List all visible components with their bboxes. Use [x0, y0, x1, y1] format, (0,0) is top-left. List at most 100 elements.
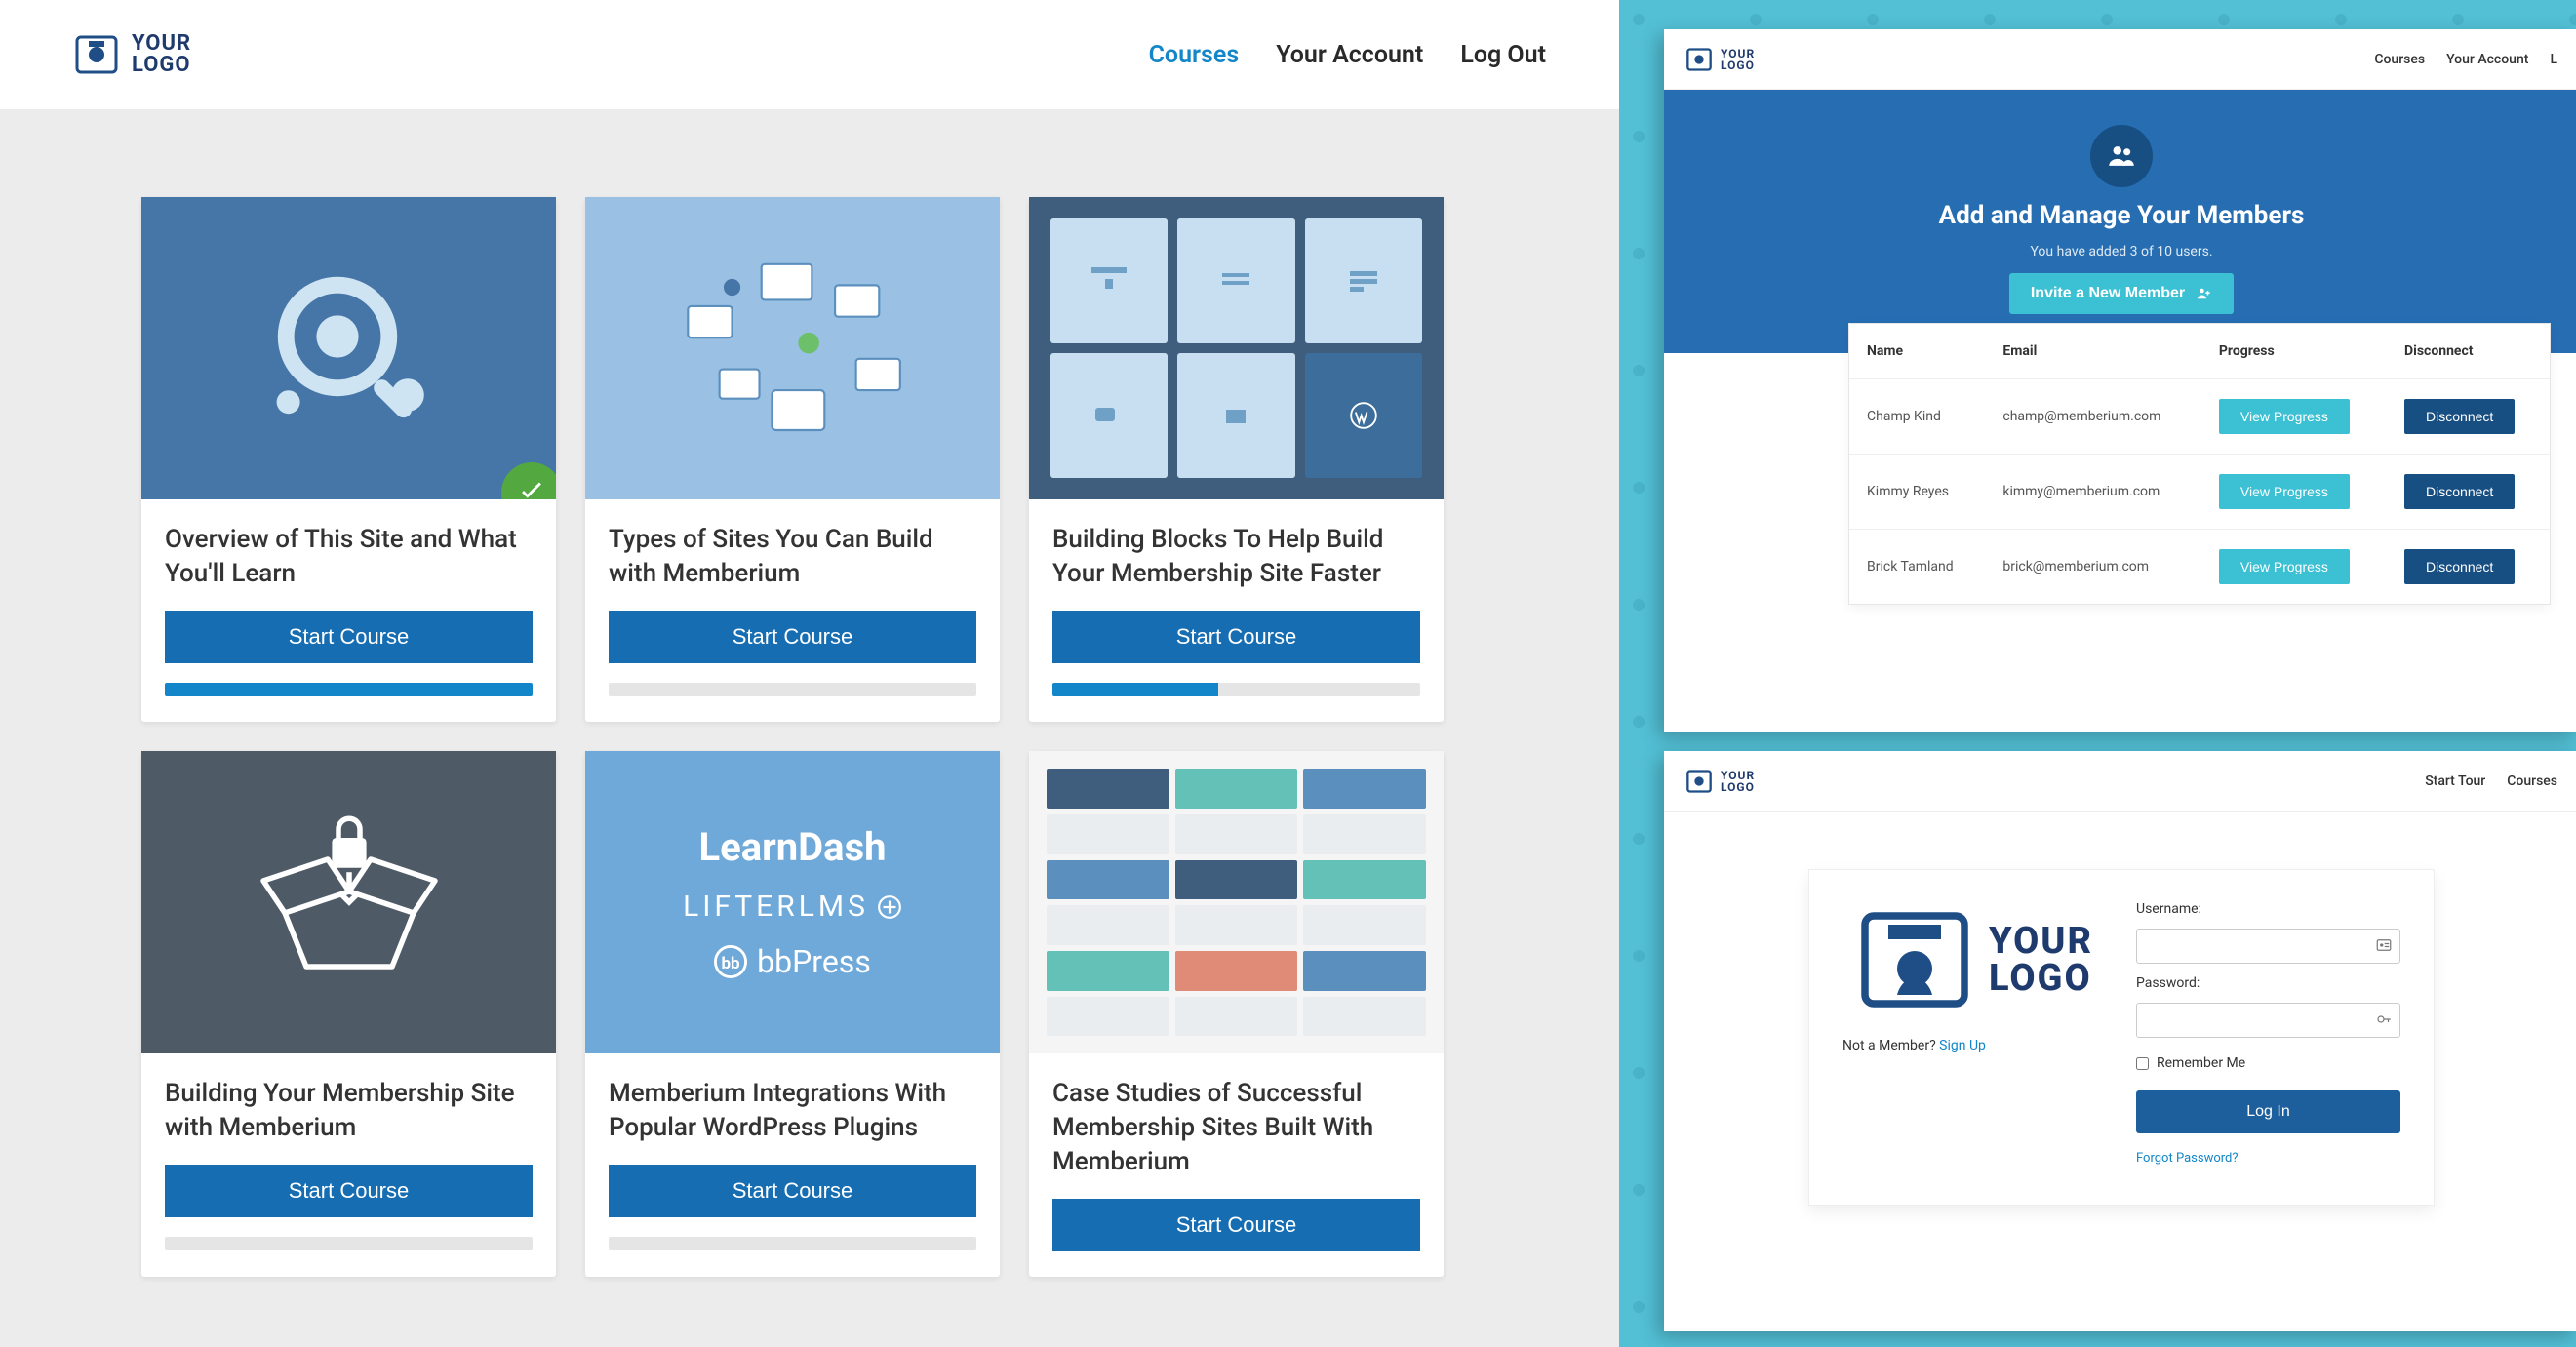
nav-courses[interactable]: Courses: [1149, 41, 1240, 69]
start-course-button[interactable]: Start Course: [165, 611, 533, 663]
course-card[interactable]: LearnDash LIFTERLMS bb bbPress Memberium…: [585, 751, 1000, 1277]
main-nav: Courses Your Account L: [2374, 52, 2557, 67]
list-mini-icon: [1218, 267, 1253, 295]
cell-email: champ@memberium.com: [1985, 379, 2201, 455]
login-area: YOUR LOGO Not a Member? Sign Up Username…: [1664, 812, 2576, 1331]
course-card[interactable]: Overview of This Site and What You'll Le…: [141, 197, 556, 722]
header-bar: YOUR LOGO Courses Your Account Log Out: [0, 0, 1619, 109]
site-logo[interactable]: YOUR LOGO: [73, 31, 191, 78]
svg-text:bb: bb: [722, 954, 740, 973]
mini-header: YOURLOGO Courses Your Account L: [1664, 29, 2576, 90]
hero-subtitle: You have added 3 of 10 users.: [2030, 244, 2212, 259]
nav-logout-partial[interactable]: L: [2550, 52, 2557, 67]
members-screen: YOURLOGO Courses Your Account L Add and …: [1664, 29, 2576, 732]
cell-name: Kimmy Reyes: [1849, 455, 1985, 530]
view-progress-button[interactable]: View Progress: [2219, 549, 2350, 584]
th-email: Email: [1985, 324, 2201, 379]
username-label: Username:: [2136, 901, 2400, 917]
preview-column: YOURLOGO Courses Your Account L Add and …: [1619, 0, 2576, 1347]
progress-bar: [165, 683, 533, 696]
nav-start-tour[interactable]: Start Tour: [2425, 773, 2485, 789]
nav-account[interactable]: Your Account: [2446, 52, 2528, 67]
disconnect-button[interactable]: Disconnect: [2404, 549, 2515, 584]
course-title: Building Blocks To Help Build Your Membe…: [1052, 523, 1420, 591]
remember-checkbox[interactable]: [2136, 1057, 2149, 1070]
view-progress-button[interactable]: View Progress: [2219, 474, 2350, 509]
signup-link[interactable]: Sign Up: [1939, 1038, 1986, 1053]
courses-screen: YOUR LOGO Courses Your Account Log Out: [0, 0, 1619, 1347]
chat-mini-icon: [1091, 402, 1127, 429]
cell-name: Champ Kind: [1849, 379, 1985, 455]
username-field[interactable]: [2136, 929, 2400, 964]
password-field[interactable]: [2136, 1003, 2400, 1038]
courses-body: Overview of This Site and What You'll Le…: [0, 109, 1619, 1347]
course-card[interactable]: Building Blocks To Help Build Your Membe…: [1029, 197, 1444, 722]
login-button[interactable]: Log In: [2136, 1090, 2400, 1133]
start-course-button[interactable]: Start Course: [1052, 1199, 1420, 1251]
progress-bar: [609, 1237, 976, 1250]
cell-name: Brick Tamland: [1849, 530, 1985, 605]
logo-text: YOUR LOGO: [132, 33, 191, 76]
course-thumbnail: LearnDash LIFTERLMS bb bbPress: [585, 751, 1000, 1053]
course-thumbnail: [1029, 197, 1444, 499]
table-row: Kimmy Reyes kimmy@memberium.com View Pro…: [1849, 455, 2550, 530]
th-name: Name: [1849, 324, 1985, 379]
course-title: Building Your Membership Site with Membe…: [165, 1077, 533, 1145]
nav-account[interactable]: Your Account: [1276, 41, 1423, 69]
members-table: Name Email Progress Disconnect Champ Kin…: [1849, 324, 2550, 604]
start-course-button[interactable]: Start Course: [609, 611, 976, 663]
site-logo[interactable]: YOURLOGO: [1685, 46, 1755, 73]
rocket-icon: [877, 894, 902, 920]
nav-logout[interactable]: Log Out: [1460, 41, 1546, 69]
course-card[interactable]: Types of Sites You Can Build with Member…: [585, 197, 1000, 722]
start-course-button[interactable]: Start Course: [1052, 611, 1420, 663]
start-course-button[interactable]: Start Course: [609, 1165, 976, 1217]
course-thumbnail: [585, 197, 1000, 499]
user-plus-icon: [2195, 285, 2212, 302]
forgot-password-link[interactable]: Forgot Password?: [2136, 1151, 2400, 1166]
remember-me-checkbox[interactable]: Remember Me: [2136, 1055, 2400, 1071]
key-input-icon: [2375, 1010, 2393, 1028]
lifterlms-label: LIFTERLMS: [683, 890, 902, 924]
complete-badge-icon: [501, 462, 556, 499]
logo-text: YOURLOGO: [1721, 770, 1755, 793]
logo-icon: [1685, 768, 1713, 795]
mini-header: YOURLOGO Start Tour Courses: [1664, 751, 2576, 812]
start-course-button[interactable]: Start Course: [165, 1165, 533, 1217]
progress-bar: [165, 1237, 533, 1250]
th-disconnect: Disconnect: [2387, 324, 2550, 379]
form-mini-icon: [1346, 267, 1381, 295]
logo-icon: [1856, 901, 1973, 1018]
nav-courses[interactable]: Courses: [2507, 773, 2557, 789]
open-box-lock-icon: [242, 805, 456, 1000]
course-grid: Overview of This Site and What You'll Le…: [141, 197, 1478, 1277]
logo-icon: [1685, 46, 1713, 73]
box-mini-icon: [1218, 402, 1253, 429]
magnifier-gears-icon: [232, 251, 466, 446]
course-card[interactable]: Building Your Membership Site with Membe…: [141, 751, 556, 1277]
login-screen: YOURLOGO Start Tour Courses: [1664, 751, 2576, 1331]
members-hero: Add and Manage Your Members You have add…: [1664, 90, 2576, 353]
nav-courses[interactable]: Courses: [2374, 52, 2425, 67]
disconnect-button[interactable]: Disconnect: [2404, 474, 2515, 509]
layout-grid-icon: [1029, 197, 1444, 499]
course-title: Memberium Integrations With Popular Word…: [609, 1077, 976, 1145]
site-logo[interactable]: YOURLOGO: [1685, 768, 1755, 795]
invite-member-button[interactable]: Invite a New Member: [2009, 273, 2234, 314]
wordpress-icon: [1350, 402, 1377, 429]
course-thumbnail: [141, 197, 556, 499]
learndash-label: LearnDash: [698, 824, 886, 870]
progress-bar: [1052, 683, 1420, 696]
login-card: YOUR LOGO Not a Member? Sign Up Username…: [1809, 870, 2434, 1205]
table-row: Brick Tamland brick@memberium.com View P…: [1849, 530, 2550, 605]
floating-windows-icon: [656, 241, 930, 456]
disconnect-button[interactable]: Disconnect: [2404, 399, 2515, 434]
hero-title: Add and Manage Your Members: [1939, 201, 2305, 230]
lock-mini-icon: [1091, 267, 1127, 295]
course-thumbnail: [141, 751, 556, 1053]
view-progress-button[interactable]: View Progress: [2219, 399, 2350, 434]
course-title: Case Studies of Successful Membership Si…: [1052, 1077, 1420, 1179]
user-input-icon: [2375, 936, 2393, 954]
logo-text: YOUR LOGO: [1989, 923, 2093, 997]
course-card[interactable]: Case Studies of Successful Membership Si…: [1029, 751, 1444, 1277]
